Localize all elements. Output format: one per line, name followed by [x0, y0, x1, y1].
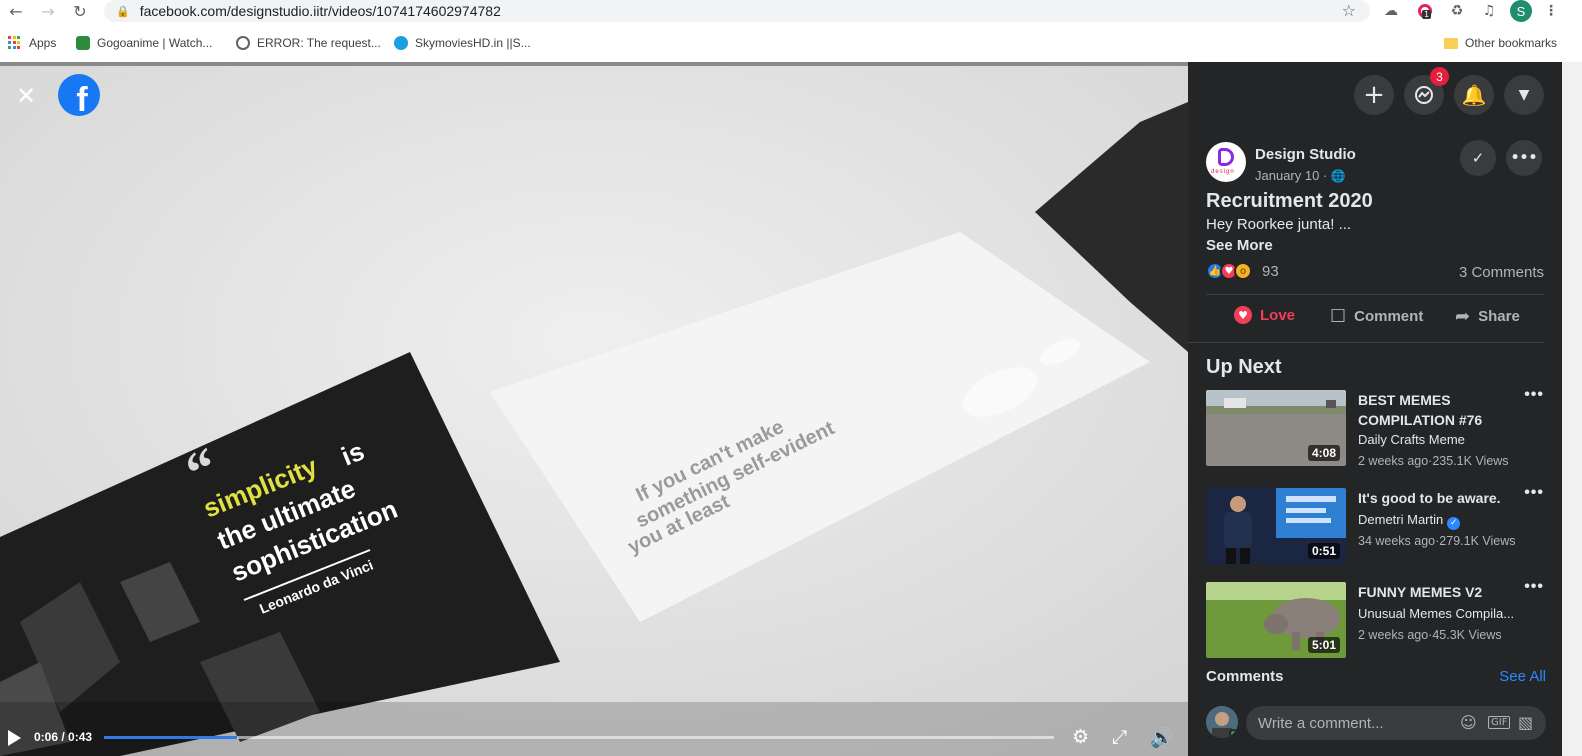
video-frame: If you can't make something self-evident…: [0, 62, 1188, 756]
gogoanime-icon: [76, 36, 90, 50]
post-body: Hey Roorkee junta! ...: [1206, 216, 1352, 233]
video-title[interactable]: FUNNY MEMES V2: [1358, 582, 1518, 602]
back-arrow-icon[interactable]: ←: [2, 0, 30, 22]
video-channel[interactable]: Daily Crafts Meme: [1358, 432, 1465, 447]
up-next-item[interactable]: 4:08 BEST MEMES COMPILATION #76 Daily Cr…: [1206, 386, 1546, 468]
online-status-dot: [1229, 729, 1238, 738]
folder-icon: [1444, 37, 1458, 49]
sticker-icon[interactable]: ▧: [1518, 713, 1533, 732]
video-thumbnail[interactable]: 5:01: [1206, 582, 1346, 658]
reaction-count: 93: [1262, 262, 1279, 280]
notifications-bell-icon[interactable]: 🔔: [1454, 75, 1494, 115]
page-name[interactable]: Design Studio: [1255, 146, 1356, 163]
bookmark-apps[interactable]: Apps: [8, 36, 56, 50]
fullscreen-icon[interactable]: ⤢: [1112, 726, 1127, 748]
video-progress-bar[interactable]: [104, 736, 1054, 739]
comments-label: Comments: [1206, 668, 1284, 685]
page-scrollbar[interactable]: [1562, 62, 1582, 756]
bookmark-other[interactable]: Other bookmarks: [1444, 36, 1557, 50]
settings-gear-icon[interactable]: ⚙: [1072, 726, 1089, 748]
reactions-summary[interactable]: 👍 ♥ o 93: [1206, 262, 1279, 280]
post-title: Recruitment 2020: [1206, 190, 1373, 212]
bookmark-error[interactable]: ERROR: The request...: [236, 36, 381, 50]
video-controls: 0:06 / 0:43 ⚙ ⤢ 🔊: [0, 720, 1188, 756]
comment-bubble-icon: ☐: [1330, 306, 1347, 327]
share-button[interactable]: ➦ Share: [1455, 306, 1520, 327]
video-duration: 4:08: [1307, 445, 1340, 461]
bookmark-gogoanime[interactable]: Gogoanime | Watch...: [76, 36, 212, 50]
volume-icon[interactable]: 🔊: [1150, 726, 1174, 749]
wow-reaction-icon: o: [1234, 262, 1252, 280]
video-duration: 5:01: [1307, 637, 1340, 653]
gif-icon[interactable]: GIF: [1488, 716, 1511, 729]
video-meta: 2 weeks ago·235.1K Views: [1358, 454, 1509, 468]
bookmarks-bar: Apps Gogoanime | Watch... ERROR: The req…: [0, 30, 1582, 58]
browser-toolbar: ← → ↻ 🔒 facebook.com/designstudio.iitr/v…: [0, 0, 1582, 22]
divider: [1188, 342, 1544, 343]
video-channel[interactable]: Unusual Memes Compila...: [1358, 606, 1514, 621]
verified-badge-icon: ✓: [1447, 516, 1461, 530]
video-title[interactable]: BEST MEMES COMPILATION #76: [1358, 390, 1518, 430]
emoji-icon[interactable]: ☺: [1460, 713, 1477, 732]
user-avatar[interactable]: [1206, 706, 1238, 738]
video-top-strip: [0, 62, 1188, 66]
heart-icon: ♥: [1234, 306, 1252, 324]
account-menu-dropdown-icon[interactable]: ▼: [1504, 75, 1544, 115]
video-meta: 2 weeks ago·45.3K Views: [1358, 628, 1502, 642]
create-plus-icon[interactable]: +: [1354, 75, 1394, 115]
url-text: facebook.com/designstudio.iitr/videos/10…: [139, 3, 501, 19]
video-duration: 0:51: [1307, 543, 1340, 559]
up-next-item[interactable]: 5:01 FUNNY MEMES V2 Unusual Memes Compil…: [1206, 578, 1546, 658]
video-player[interactable]: If you can't make something self-evident…: [0, 62, 1188, 756]
lock-icon: 🔒: [116, 4, 130, 18]
video-title[interactable]: It's good to be aware.: [1358, 488, 1518, 508]
media-controls-icon[interactable]: ♫: [1478, 0, 1500, 22]
post-date[interactable]: January 10 · 🌐: [1255, 168, 1346, 183]
extension-opera-icon[interactable]: 1: [1414, 0, 1436, 22]
up-next-item[interactable]: 0:51 It's good to be aware. Demetri Mart…: [1206, 484, 1546, 564]
close-icon[interactable]: ✕: [16, 82, 36, 110]
reload-icon[interactable]: ↻: [66, 0, 94, 22]
messenger-badge: 3: [1430, 67, 1449, 86]
video-sidebar: + 3 🔔 ▼ design Design Studio January 10 …: [1188, 62, 1562, 756]
see-more-link[interactable]: See More: [1206, 237, 1273, 254]
facebook-logo[interactable]: f: [58, 74, 100, 116]
bookmark-star-icon[interactable]: ☆: [1342, 1, 1356, 20]
extensions-puzzle-icon[interactable]: ♻: [1446, 0, 1468, 22]
bookmark-skymovies[interactable]: SkymoviesHD.in ||S...: [394, 36, 531, 50]
more-options-icon[interactable]: •••: [1506, 140, 1542, 176]
love-button[interactable]: ♥ Love: [1234, 306, 1295, 324]
more-options-icon[interactable]: •••: [1524, 386, 1544, 404]
play-icon[interactable]: [8, 730, 21, 746]
share-arrow-icon: ➦: [1455, 306, 1471, 327]
forward-arrow-icon[interactable]: →: [34, 0, 62, 22]
divider: [1206, 294, 1544, 295]
see-all-link[interactable]: See All: [1499, 668, 1546, 685]
page-avatar[interactable]: design: [1206, 142, 1246, 182]
extension-cloud-icon[interactable]: ☁: [1380, 0, 1402, 22]
comments-count[interactable]: 3 Comments: [1459, 264, 1544, 281]
video-channel[interactable]: Demetri Martin ✓: [1358, 512, 1461, 530]
public-globe-icon: 🌐: [1330, 169, 1346, 183]
apps-grid-icon: [8, 36, 22, 50]
video-progress-fill: [104, 736, 237, 739]
comment-input[interactable]: [1258, 714, 1448, 732]
save-post-icon[interactable]: ✓: [1460, 140, 1496, 176]
video-time: 0:06 / 0:43: [34, 730, 93, 744]
up-next-title: Up Next: [1206, 356, 1282, 378]
video-thumbnail[interactable]: 0:51: [1206, 488, 1346, 564]
more-options-icon[interactable]: •••: [1524, 484, 1544, 502]
globe-icon: [236, 36, 250, 50]
comment-input-box[interactable]: ☺ GIF ▧: [1246, 706, 1546, 740]
profile-avatar[interactable]: S: [1510, 0, 1532, 22]
video-meta: 34 weeks ago·279.1K Views: [1358, 534, 1516, 548]
video-thumbnail[interactable]: 4:08: [1206, 390, 1346, 466]
play-circle-icon: [394, 36, 408, 50]
comment-button[interactable]: ☐ Comment: [1330, 306, 1423, 327]
address-bar[interactable]: 🔒 facebook.com/designstudio.iitr/videos/…: [104, 0, 1370, 22]
more-options-icon[interactable]: •••: [1524, 578, 1544, 596]
browser-menu-icon[interactable]: ⋮: [1540, 0, 1562, 22]
